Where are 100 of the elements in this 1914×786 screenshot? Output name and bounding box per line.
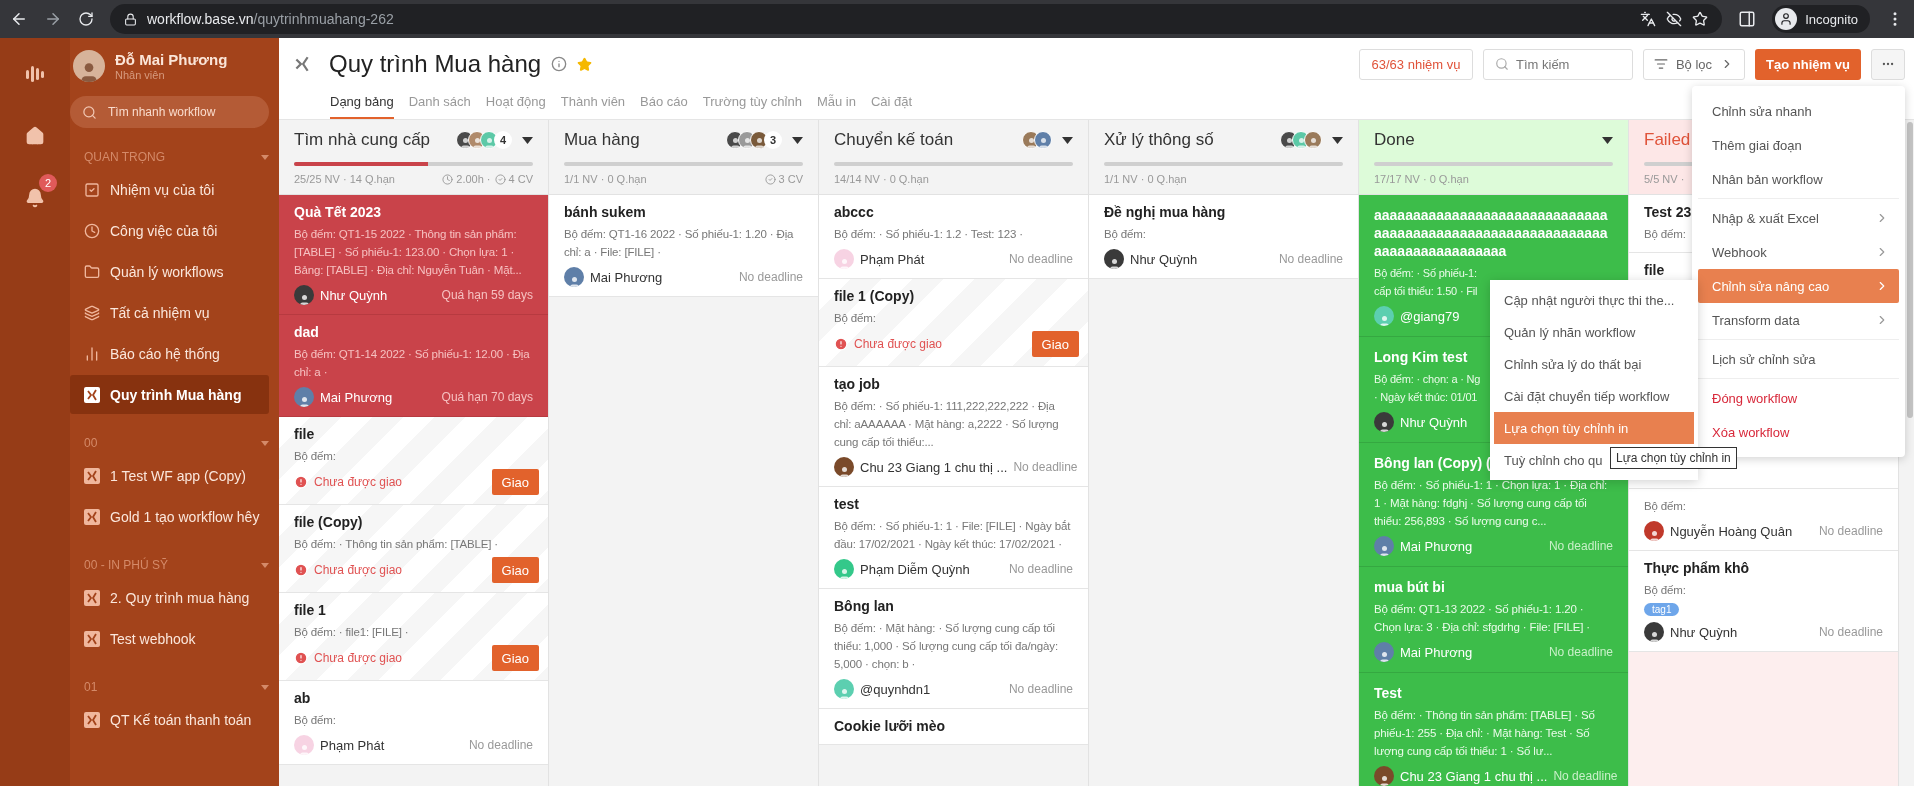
task-details: Bộ đếm: · Thông tin sản phẩm: [TABLE] · Số phiếu-1: 255 · Địa chỉ: · Mặt hàng: Test · Số lượng cung cấp tối thiểu: 1 · Số lư...: [1374, 708, 1596, 759]
column-jobs: 4 CV: [508, 173, 533, 185]
task-title: file 1 (Copy): [834, 287, 915, 305]
task-details: Bộ đếm: QT1-16 2022 · Số phiếu-1: 1.20 · Địa chỉ: a · File: [FILE] ·: [564, 227, 795, 260]
deadline: No deadline: [1008, 252, 1073, 266]
assignee-name: @giang79: [1400, 308, 1460, 324]
assignee-name: Phạm Phát: [860, 251, 925, 267]
task-details: Bộ đếm: · Số phiếu-1: 111,222,222,222 · Địa chỉ: aAAAAAA · Mặt hàng: a,2222 · Số lượng cung cấp tối thiểu:...: [834, 399, 1060, 450]
task-title: Bông lan (Copy) (: [1374, 454, 1491, 472]
deadline: No deadline: [468, 738, 533, 752]
assignee-name: Nguyễn Hoàng Quân: [1670, 523, 1793, 539]
assignee-name: Như Quỳnh: [320, 287, 388, 303]
assignee-name: Mai Phương: [1400, 644, 1473, 660]
task-title: Long Kim test: [1374, 348, 1468, 366]
tag: tag1: [1644, 603, 1680, 616]
task-title: test: [834, 495, 859, 513]
column-hours: 2.00h ·: [456, 173, 491, 185]
assignee-name: Mai Phương: [320, 389, 393, 405]
column-jobs: 3 CV: [778, 173, 803, 185]
assignee-name: Mai Phương: [1400, 538, 1473, 554]
tooltip: Lựa chọn tùy chỉnh in: [1610, 447, 1737, 469]
section-title: 00: [84, 436, 98, 450]
column-stats: 1/1 NV · 0 Q.hạn: [564, 173, 647, 185]
task-title: tạo job: [834, 375, 880, 393]
unassigned-status: Chưa được giao: [854, 337, 942, 351]
task-details: Bộ đếm: · Số phiếu-1: 1 · File: [FILE] · Ngày bắt đầu: 17/02/2021 · Ngày kết thúc: 17/02/2021 ·: [834, 519, 1072, 552]
task-details: Bộ đếm: · Số phiếu-1: 1 · Chọn lựa: 1 · Địa chỉ: 1 · Mặt hàng: fdghj · Số lượng cung cấp tối thiểu: 256,893 · Số lượng cung c...: [1374, 478, 1609, 529]
task-title: file: [1644, 261, 1665, 279]
column-title: Done: [1374, 130, 1415, 150]
task-title: file (Copy): [294, 513, 363, 531]
task-title: Test: [1374, 684, 1402, 702]
column-title: Chuyển kế toán: [834, 130, 954, 150]
task-details: Bộ đếm: · file1: [FILE] ·: [294, 625, 409, 640]
assignee-name: Như Quỳnh: [1670, 624, 1738, 640]
task-title: aaaaaaaaaaaaaaaaaaaaaaaaaaaaaaaaaaaaaaaaaaaaaaaaaaaaaaaaaaaaaaaaaaaaaaaaaaaaa: [1374, 206, 1609, 260]
task-title: mua bút bi: [1374, 578, 1445, 596]
page-title: Quy trình Mua hàng: [329, 50, 542, 78]
task-details: Bộ đếm: QT1-13 2022 · Số phiếu-1: 1.20 · Chọn lựa: 3 · Địa chỉ: sfgdrhg · File: [FILE] ·: [1374, 602, 1592, 635]
unassigned-status: Chưa được giao: [314, 475, 402, 489]
deadline: No deadline: [1013, 460, 1078, 474]
section-title: QUAN TRỌNG: [84, 150, 166, 164]
notification-badge: 2: [39, 174, 57, 192]
section-title: 01: [84, 680, 98, 694]
task-details: Bộ đếm: QT1-14 2022 · Số phiếu-1: 12.00 · Địa chỉ: a ·: [294, 347, 531, 380]
deadline: Quá hạn 59 days: [441, 288, 533, 302]
member-count: 4: [494, 131, 512, 149]
assignee-name: Như Quỳnh: [1400, 414, 1468, 430]
task-details: Bộ đếm: · chọn: a · Ng: [1374, 372, 1481, 387]
deadline: No deadline: [1278, 252, 1343, 266]
user-role: Nhân viên: [115, 69, 166, 81]
url-path: /quytrinhmuahang-262: [253, 11, 394, 27]
column-title: Mua hàng: [564, 130, 640, 150]
task-title: abccc: [834, 203, 874, 221]
url-host: workflow.base.vn: [147, 11, 254, 27]
column-title: Tìm nhà cung cấp: [294, 130, 431, 150]
task-details: Bộ đếm: · Thông tin sản phẩm: [TABLE] ·: [294, 537, 499, 552]
task-title: Quà Tết 2023: [294, 203, 382, 221]
member-count: 3: [764, 131, 782, 149]
task-title: dad: [294, 323, 319, 341]
task-title: file: [294, 425, 315, 443]
task-details: Bộ đếm: · Số phiếu-1: 1.2 · Test: 123 ·: [834, 227, 1023, 242]
task-title: Test 23: [1644, 203, 1692, 221]
deadline: No deadline: [1008, 682, 1073, 696]
task-details: Bộ đếm: QT1-15 2022 · Thông tin sản phẩm: [TABLE] · Số phiếu-1: 123.00 · Chọn lựa: 1 · Bảng: [TABLE] · Địa chỉ: Nguyễn Tuân · Mặt...: [294, 227, 523, 278]
task-details: Bộ đếm:: [1644, 583, 1686, 598]
assignee-name: Chu 23 Giang 1 chu thị ...: [1400, 768, 1548, 784]
deadline: No deadline: [1553, 769, 1618, 783]
column-stats: 1/1 NV · 0 Q.hạn: [1104, 173, 1187, 185]
column-stats: 25/25 NV · 14 Q.hạn: [294, 173, 395, 185]
unassigned-status: Chưa được giao: [314, 651, 402, 665]
column-title: Xử lý thông số: [1104, 130, 1214, 150]
task-title: bánh sukem: [564, 203, 646, 221]
deadline: No deadline: [1818, 524, 1883, 538]
task-details: Bộ đếm:: [1644, 499, 1686, 514]
task-details: Bộ đếm: · Số phiếu-1:: [1374, 266, 1477, 281]
task-details: · Ngày kết thúc: 01/01: [1374, 390, 1478, 405]
unassigned-status: Chưa được giao: [314, 563, 402, 577]
column-title: Failed: [1644, 130, 1691, 150]
task-title: Bông lan: [834, 597, 894, 615]
deadline: No deadline: [1548, 645, 1613, 659]
assignee-name: Phạm Phát: [320, 737, 385, 753]
task-title: ab: [294, 689, 311, 707]
deadline: No deadline: [1548, 539, 1613, 553]
task-details: Bộ đếm:: [834, 311, 876, 326]
column-stats: 5/5 NV ·: [1644, 173, 1685, 185]
section-title: 00 - IN PHÚ SỸ: [84, 558, 169, 572]
assignee-name: Phạm Diễm Quỳnh: [860, 561, 970, 577]
task-title: file 1: [294, 601, 326, 619]
assignee-name: Chu 23 Giang 1 chu thị ...: [860, 459, 1008, 475]
column-stats: 17/17 NV · 0 Q.hạn: [1374, 173, 1469, 185]
assignee-name: Mai Phương: [590, 269, 663, 285]
task-details: Bộ đếm:: [1104, 227, 1146, 242]
deadline: No deadline: [1818, 625, 1883, 639]
deadline: No deadline: [738, 270, 803, 284]
deadline: No deadline: [1008, 562, 1073, 576]
task-details: Bộ đếm:: [294, 713, 336, 728]
user-name: Đỗ Mai Phương: [115, 51, 228, 68]
assignee-name: @quynhdn1: [860, 681, 931, 697]
task-details: Bộ đếm:: [294, 449, 336, 464]
task-title: Thực phẩm khô: [1644, 559, 1750, 577]
